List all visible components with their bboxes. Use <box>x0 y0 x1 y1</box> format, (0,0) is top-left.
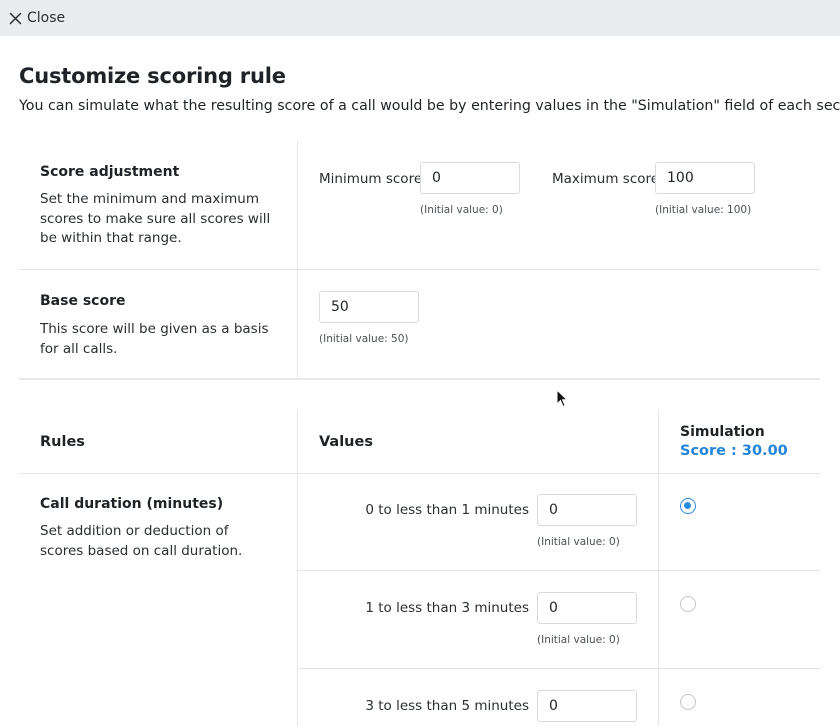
table-header-divider <box>19 473 820 474</box>
page-title: Customize scoring rule <box>19 64 286 88</box>
duration-range-label: 1 to less than 3 minutes <box>365 600 529 616</box>
values-column-header: Values <box>319 434 373 450</box>
minimum-score-input[interactable]: 0 <box>420 162 520 194</box>
duration-score-input[interactable]: 0 <box>537 592 637 624</box>
duration-score-input[interactable]: 0 <box>537 494 637 526</box>
maximum-score-label: Maximum score <box>552 171 660 187</box>
simulation-column-header: Simulation <box>680 424 765 440</box>
duration-score-input[interactable]: 0 <box>537 690 637 722</box>
top-bar: Close <box>0 0 840 36</box>
minimum-score-hint: (Initial value: 0) <box>420 204 503 216</box>
row-divider <box>297 668 820 669</box>
row-divider <box>297 570 820 571</box>
table-column-divider-values <box>297 410 298 726</box>
simulation-radio[interactable] <box>680 596 696 612</box>
base-score-title: Base score <box>40 293 126 309</box>
duration-range-label: 3 to less than 5 minutes <box>365 698 529 714</box>
call-duration-description: Set addition or deduction of scores base… <box>40 523 243 559</box>
duration-score-hint: (Initial value: 0) <box>537 536 620 548</box>
duration-score-hint: (Initial value: 0) <box>537 634 620 646</box>
section-divider-vertical <box>297 141 298 379</box>
mouse-cursor-icon <box>556 389 568 408</box>
close-label: Close <box>27 10 66 26</box>
maximum-score-input[interactable]: 100 <box>655 162 755 194</box>
call-duration-title: Call duration (minutes) <box>40 496 224 512</box>
close-button[interactable]: Close <box>9 8 65 28</box>
minimum-score-label: Minimum score <box>319 171 423 187</box>
score-adjustment-description: Set the minimum and maximum scores to ma… <box>40 191 271 246</box>
duration-range-label: 0 to less than 1 minutes <box>365 502 529 518</box>
score-adjustment-title: Score adjustment <box>40 164 180 180</box>
rules-column-header: Rules <box>40 434 85 450</box>
maximum-score-hint: (Initial value: 100) <box>655 204 752 216</box>
base-score-description: This score will be given as a basis for … <box>40 321 269 357</box>
section-divider <box>19 269 820 270</box>
base-score-input[interactable]: 50 <box>319 291 419 323</box>
simulation-score: Score : 30.00 <box>680 443 788 459</box>
close-icon <box>9 12 22 24</box>
table-column-divider-simulation <box>658 410 659 726</box>
base-score-hint: (Initial value: 50) <box>319 333 409 345</box>
page-subtitle: You can simulate what the resulting scor… <box>19 98 840 114</box>
simulation-radio[interactable] <box>680 694 696 710</box>
simulation-radio-selected[interactable] <box>680 498 696 514</box>
settings-card-bottom-edge <box>19 378 820 380</box>
